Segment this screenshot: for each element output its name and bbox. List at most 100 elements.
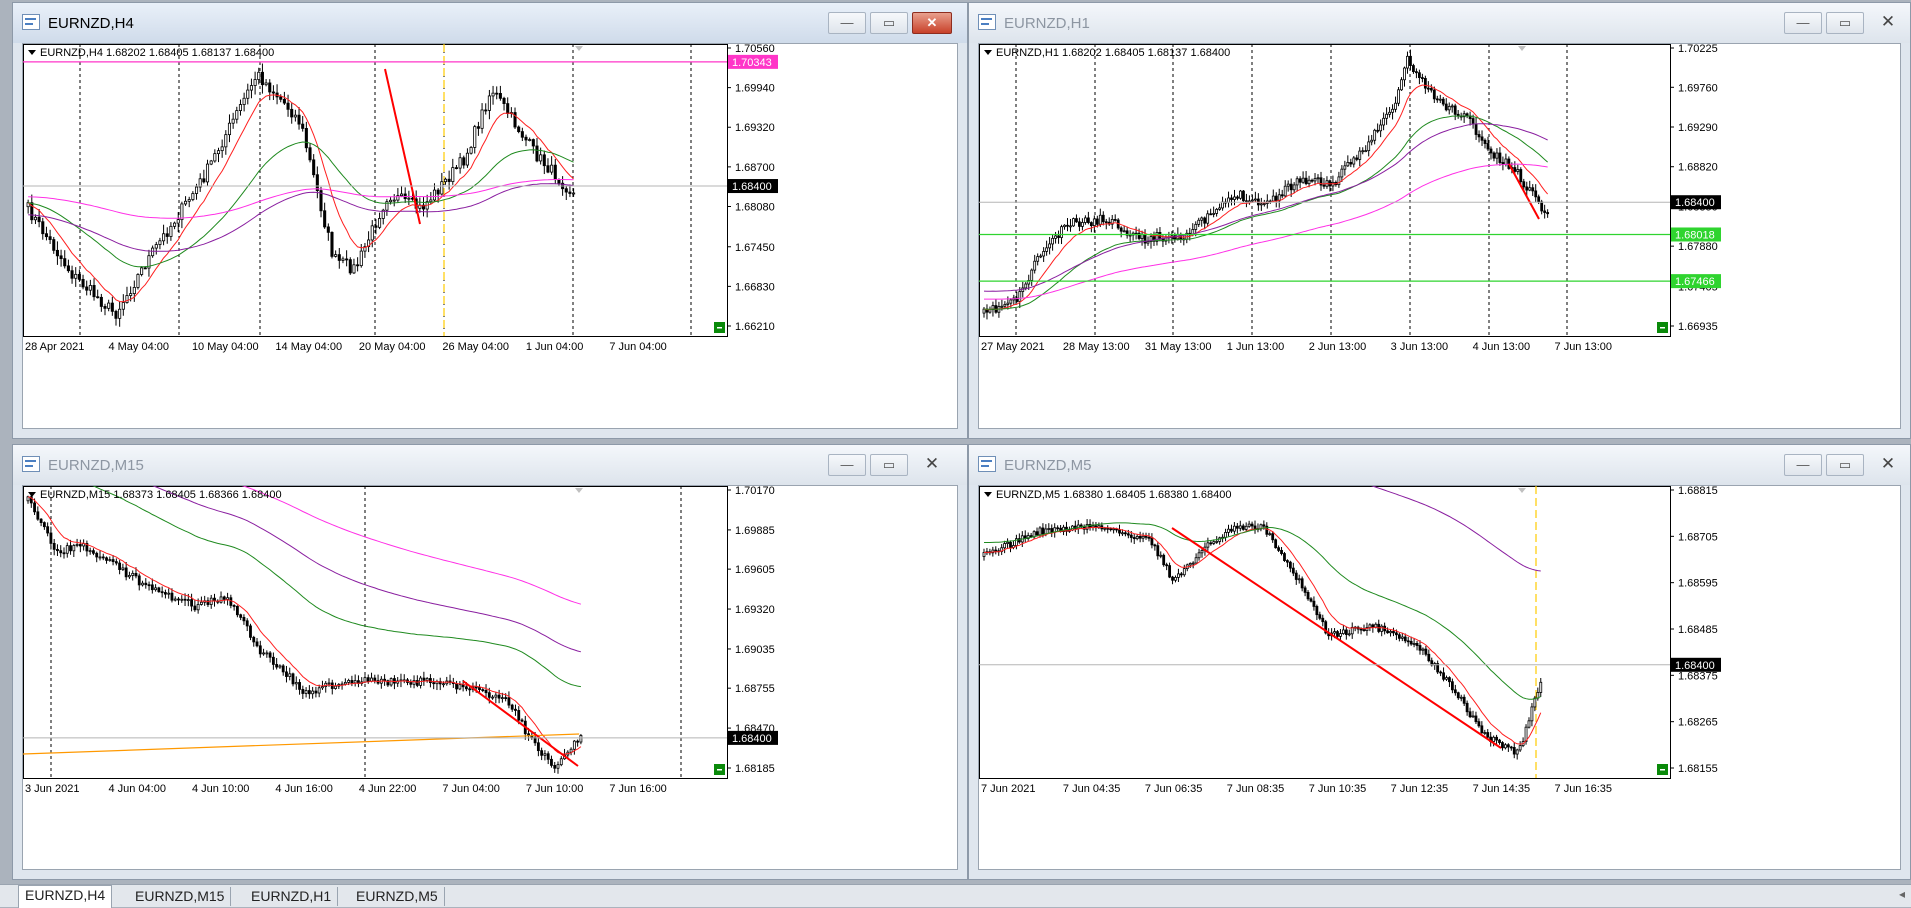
candle-body bbox=[1403, 67, 1406, 81]
candle-body bbox=[1212, 541, 1216, 544]
candle-body bbox=[99, 296, 103, 307]
candle-body bbox=[33, 216, 37, 221]
tab-eurnzd-m5[interactable]: EURNZD,M5 bbox=[350, 887, 445, 906]
minimize-button[interactable]: — bbox=[828, 454, 866, 476]
candle-body bbox=[41, 221, 45, 235]
candle-body bbox=[464, 686, 468, 690]
chart-window-m15[interactable]: EURNZD,M15 — ▭ ✕ 1.70170 1.69885 1.69605 1.… bbox=[12, 444, 968, 880]
window-titlebar[interactable]: EURNZD,H4 — ▭ ✕ bbox=[13, 3, 967, 43]
candle-body bbox=[494, 694, 498, 698]
candle-body bbox=[1442, 672, 1445, 680]
candle-body bbox=[242, 97, 246, 105]
candle-body bbox=[165, 233, 169, 237]
candle-body bbox=[440, 181, 444, 195]
candle-body bbox=[1271, 533, 1275, 541]
candle-body bbox=[1483, 732, 1487, 734]
candle-body bbox=[1361, 150, 1365, 153]
candle bbox=[1162, 553, 1166, 567]
candle-body bbox=[1418, 645, 1422, 651]
price-axis-label: 1.69940 bbox=[735, 83, 775, 95]
maximize-button[interactable]: ▭ bbox=[1826, 12, 1864, 34]
candle-body bbox=[553, 765, 557, 769]
candle-body bbox=[1492, 152, 1496, 159]
candle-body bbox=[1450, 681, 1454, 691]
candle-body bbox=[487, 95, 491, 111]
candle-body bbox=[531, 139, 535, 147]
candle-body bbox=[1423, 78, 1427, 89]
chart-window-h1[interactable]: EURNZD,H1 — ▭ ✕ 1.70225 1.69760 1.69290 1.6… bbox=[968, 2, 1911, 439]
price-axis-label: 1.66935 bbox=[1678, 321, 1718, 333]
maximize-button[interactable]: ▭ bbox=[870, 454, 908, 476]
candle-body bbox=[363, 677, 367, 683]
candle-body bbox=[1486, 732, 1490, 738]
candle-body bbox=[1038, 527, 1042, 536]
minimize-button[interactable]: — bbox=[828, 12, 866, 34]
candle-body bbox=[1307, 179, 1311, 185]
candle-body bbox=[321, 686, 324, 689]
candle-body bbox=[1424, 648, 1428, 655]
maximize-button[interactable]: ▭ bbox=[1826, 454, 1864, 476]
candle-body bbox=[1450, 105, 1454, 108]
candle-body bbox=[334, 254, 338, 257]
candle-body bbox=[1294, 572, 1298, 580]
candle-body bbox=[229, 597, 233, 606]
price-axis-label: 1.68595 bbox=[1678, 578, 1718, 590]
candle-body bbox=[286, 102, 290, 110]
minimize-button[interactable]: — bbox=[1784, 12, 1822, 34]
candle-body bbox=[1024, 283, 1028, 289]
candle-body bbox=[260, 71, 264, 86]
candle-body bbox=[1132, 537, 1136, 540]
candle-body bbox=[1543, 210, 1547, 213]
window-titlebar[interactable]: EURNZD,H1 — ▭ ✕ bbox=[969, 3, 1910, 43]
candle-body bbox=[1200, 217, 1204, 221]
candle-body bbox=[429, 199, 433, 203]
candle-body bbox=[190, 599, 194, 607]
chart-area[interactable]: 1.68815 1.68705 1.68595 1.68485 1.68375 1.682… bbox=[978, 485, 1901, 870]
candle-body bbox=[1392, 631, 1395, 634]
candle-body bbox=[176, 219, 180, 224]
candle-body bbox=[454, 167, 458, 170]
level-price-label: 1.70343 bbox=[732, 57, 772, 69]
price-chart[interactable]: 1.70170 1.69885 1.69605 1.69320 1.69035 1.687… bbox=[23, 486, 958, 870]
candle-body bbox=[191, 193, 195, 200]
candle-body bbox=[125, 295, 129, 303]
candle-body bbox=[268, 82, 272, 93]
minimize-button[interactable]: — bbox=[1784, 454, 1822, 476]
window-titlebar[interactable]: EURNZD,M15 — ▭ ✕ bbox=[13, 445, 967, 485]
chart-area[interactable]: 1.702251.697601.692901.688201.683501.678… bbox=[978, 43, 1901, 429]
candle-body bbox=[1215, 541, 1219, 543]
candle-body bbox=[1415, 642, 1419, 646]
price-chart[interactable]: 1.70560 1.69940 1.69320 1.68700 1.68080 1.674… bbox=[23, 44, 958, 429]
maximize-button[interactable]: ▭ bbox=[870, 12, 908, 34]
price-chart[interactable]: 1.68815 1.68705 1.68595 1.68485 1.68375 1.682… bbox=[979, 486, 1901, 870]
tab-eurnzd-m15[interactable]: EURNZD,M15 bbox=[129, 887, 232, 906]
candle-body bbox=[994, 549, 998, 552]
close-button[interactable]: ✕ bbox=[1868, 12, 1908, 34]
candle-body bbox=[1078, 221, 1081, 227]
tab-eurnzd-h1[interactable]: EURNZD,H1 bbox=[245, 887, 339, 906]
candle-body bbox=[96, 296, 100, 299]
candle-body bbox=[1448, 677, 1451, 683]
tab-scroll-left-icon[interactable]: ◂ bbox=[1899, 887, 1905, 901]
candle-body bbox=[238, 104, 242, 111]
time-axis-label: 2 Jun 13:00 bbox=[1309, 341, 1367, 353]
candle-body bbox=[98, 556, 102, 559]
chart-window-m5[interactable]: EURNZD,M5 — ▭ ✕ 1.68815 1.68705 1.68595 1.6… bbox=[968, 444, 1911, 880]
chart-window-icon bbox=[978, 14, 996, 30]
chart-area[interactable]: 1.70170 1.69885 1.69605 1.69320 1.69035 1.687… bbox=[22, 485, 958, 870]
price-chart[interactable]: 1.702251.697601.692901.688201.683501.678… bbox=[979, 44, 1901, 429]
close-button[interactable]: ✕ bbox=[912, 454, 952, 476]
candle-body bbox=[69, 545, 72, 552]
candle-body bbox=[1044, 528, 1048, 535]
close-button[interactable]: ✕ bbox=[1868, 454, 1908, 476]
candle-body bbox=[1057, 235, 1060, 238]
candle-body bbox=[1063, 224, 1066, 228]
candle-body bbox=[1238, 525, 1242, 529]
candle-body bbox=[1546, 212, 1550, 215]
tab-eurnzd-h4[interactable]: EURNZD,H4 bbox=[18, 885, 113, 908]
chart-area[interactable]: 1.70560 1.69940 1.69320 1.68700 1.68080 1.674… bbox=[22, 43, 958, 429]
chart-window-h4[interactable]: EURNZD,H4 — ▭ ✕ 1.70560 1.69940 1.69320 1.6… bbox=[12, 2, 968, 439]
candle-body bbox=[1124, 532, 1127, 535]
close-button[interactable]: ✕ bbox=[912, 12, 952, 34]
window-titlebar[interactable]: EURNZD,M5 — ▭ ✕ bbox=[969, 445, 1910, 485]
